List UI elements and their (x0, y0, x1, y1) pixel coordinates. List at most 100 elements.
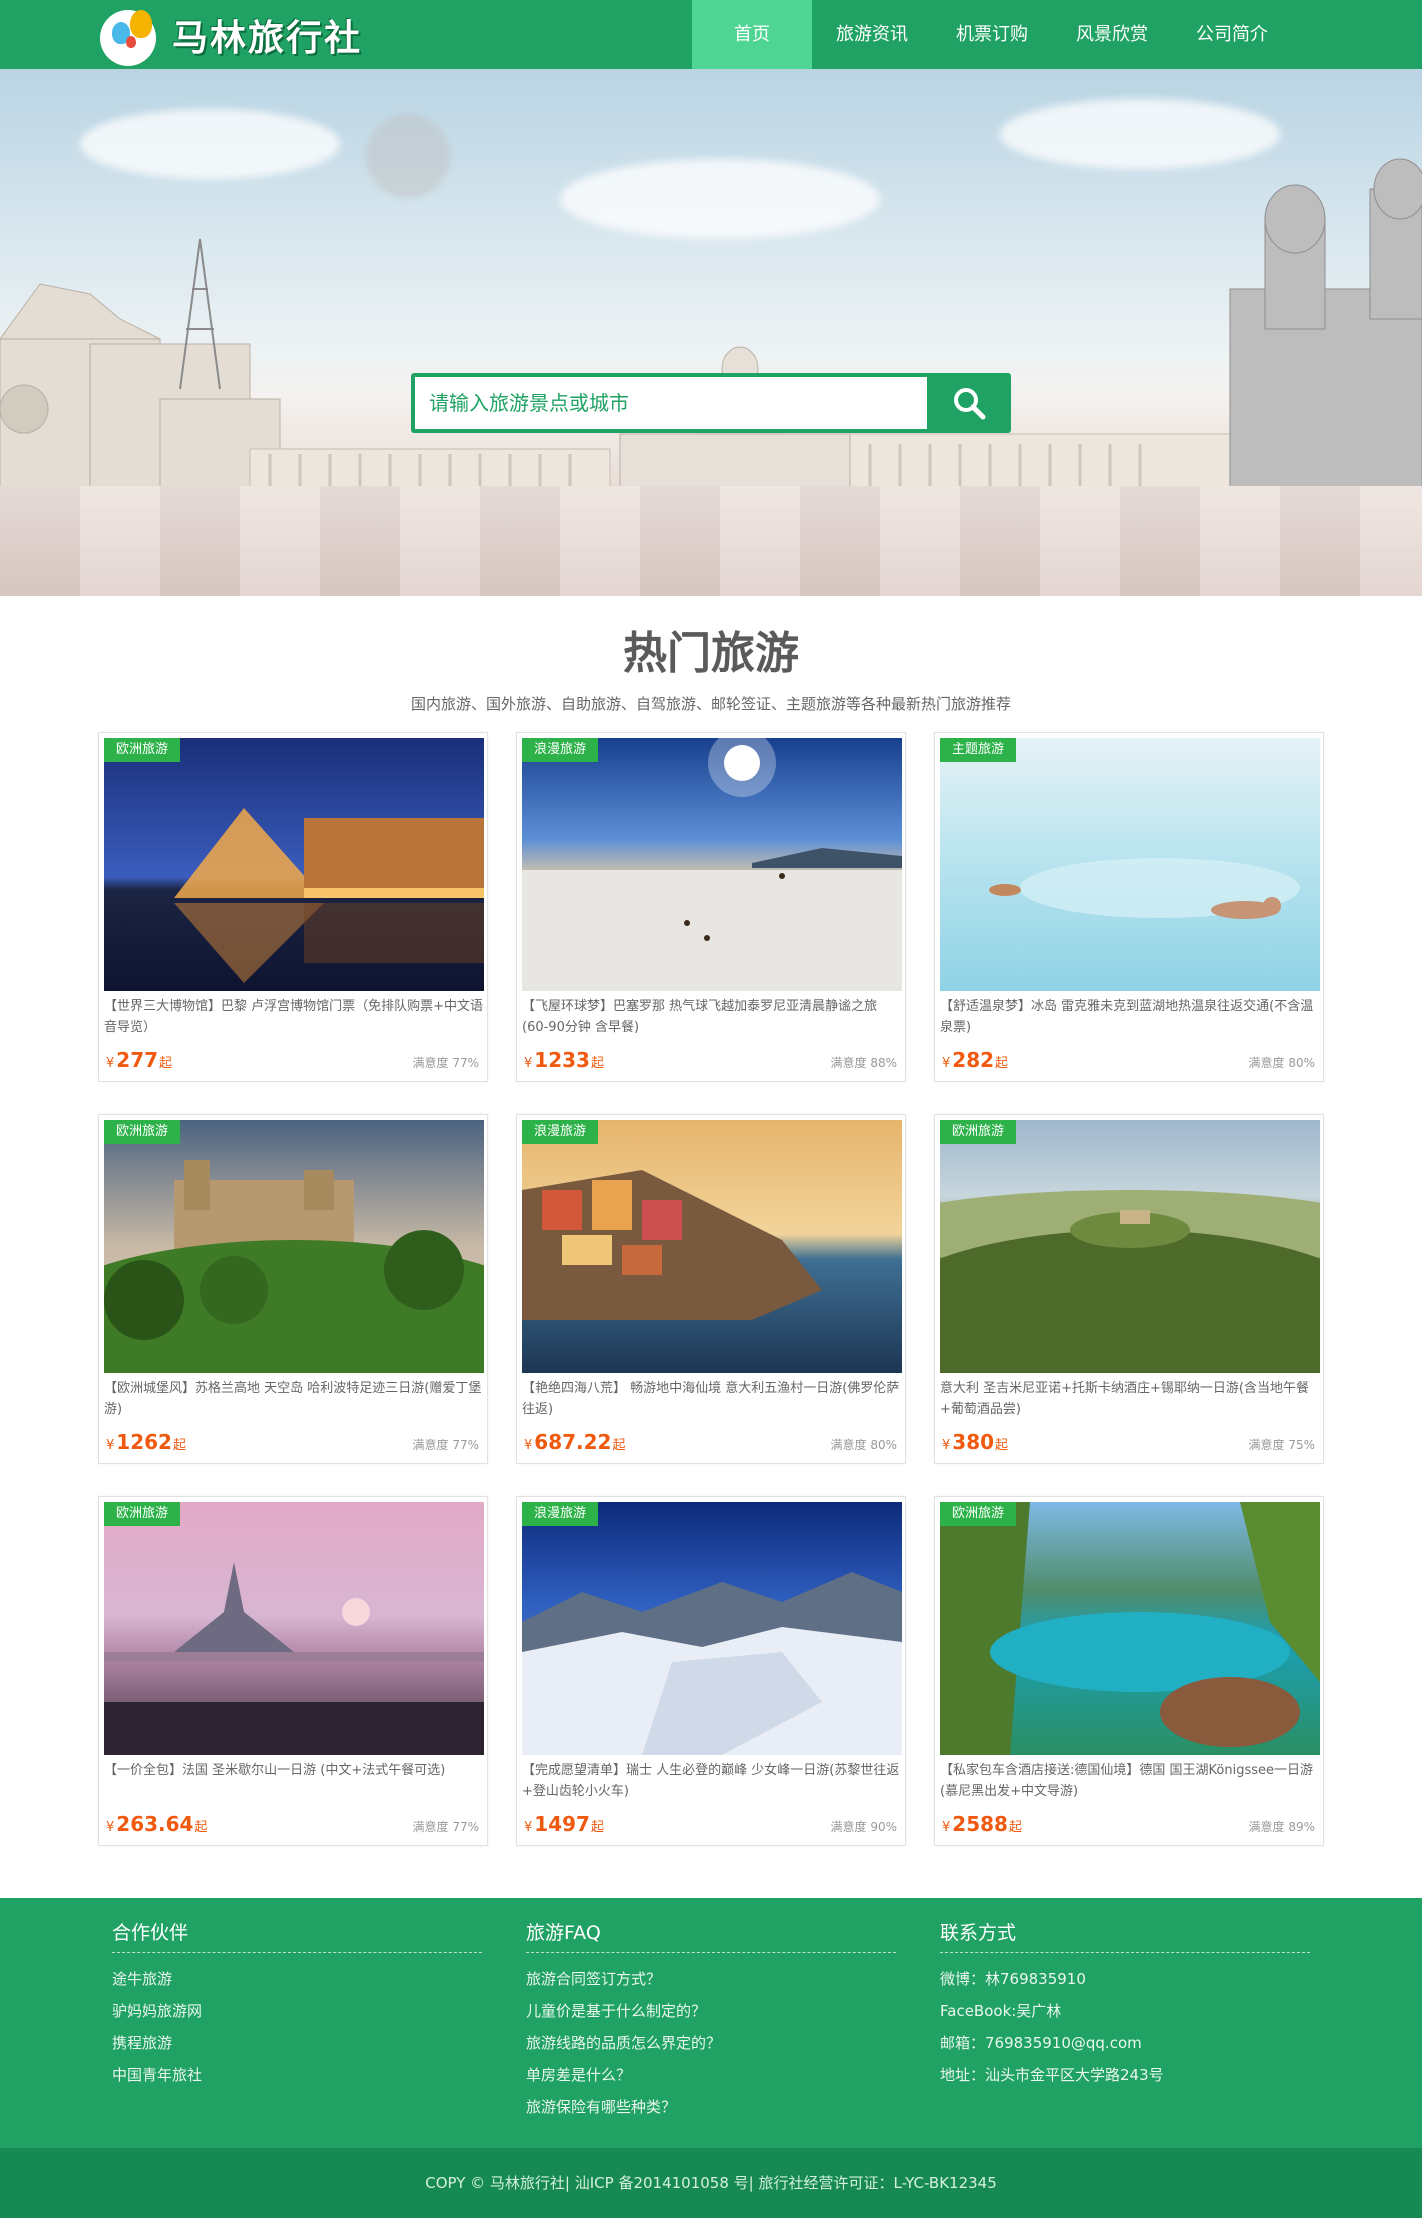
category-tag: 浪漫旅游 (522, 1502, 599, 1526)
tour-description[interactable]: 【私家包车含酒店接送:德国仙境】德国 国王湖Königssee一日游(慕尼黑出发… (940, 1760, 1320, 1804)
tour-description[interactable]: 【舒适温泉梦】冰岛 雷克雅未克到蓝湖地热温泉往返交通(不含温泉票) (940, 996, 1320, 1040)
tour-photo-cinque-terre[interactable]: 浪漫旅游 (522, 1120, 902, 1373)
category-tag: 欧洲旅游 (104, 738, 181, 762)
tour-card-grid: 欧洲旅游 【世界三大博物馆】巴黎 卢浮宫博物馆门票（免排队购票+中文语音导览） … (0, 714, 1422, 1854)
tour-photo-tuscany[interactable]: 欧洲旅游 (940, 1120, 1320, 1373)
section-title: 热门旅游 (623, 628, 799, 679)
tour-photo-jungfrau[interactable]: 浪漫旅游 (522, 1502, 902, 1755)
satisfaction-rate: 满意度 80% (830, 1438, 898, 1452)
tour-photo-mont-saint-michel[interactable]: 欧洲旅游 (104, 1502, 484, 1755)
footer-link[interactable]: 携程旅游 (112, 2027, 482, 2059)
photo-mountain-lake (940, 1502, 1320, 1755)
footer-link[interactable]: 驴妈妈旅游网 (112, 1995, 482, 2027)
copyright-bar: COPY © 马林旅行社| 汕ICP 备2014101058 号| 旅行社经营许… (0, 2148, 1422, 2218)
search-input[interactable] (415, 377, 927, 429)
tour-card[interactable]: 欧洲旅游 【一价全包】法国 圣米歇尔山一日游 (中文+法式午餐可选) ¥263.… (98, 1496, 488, 1846)
tour-photo-konigssee[interactable]: 欧洲旅游 (940, 1502, 1320, 1755)
section-subtitle: 国内旅游、国外旅游、自助旅游、自驾旅游、邮轮签证、主题旅游等各种最新热门旅游推荐 (410, 695, 1011, 713)
tour-price: ¥282起 (942, 1048, 1009, 1072)
tour-description[interactable]: 【艳绝四海八荒】 畅游地中海仙境 意大利五渔村一日游(佛罗伦萨往返) (522, 1378, 902, 1422)
tour-card[interactable]: 浪漫旅游 【艳绝四海八荒】 畅游地中海仙境 意大利五渔村一日游(佛罗伦萨往返) … (516, 1114, 906, 1464)
satisfaction-rate: 满意度 88% (830, 1056, 898, 1070)
footer-contact-title: 联系方式 (940, 1922, 1017, 1944)
tour-description[interactable]: 【世界三大博物馆】巴黎 卢浮宫博物馆门票（免排队购票+中文语音导览） (104, 996, 484, 1040)
tour-photo-balloons[interactable]: 浪漫旅游 (522, 738, 902, 991)
tour-photo-blue-lagoon[interactable]: 主题旅游 (940, 738, 1320, 991)
footer-link[interactable]: 旅游线路的品质怎么界定的？ (526, 2027, 896, 2059)
tour-card[interactable]: 欧洲旅游 意大利 圣吉米尼亚诺+托斯卡纳酒庄+锡耶纳一日游(含当地午餐+葡萄酒品… (934, 1114, 1324, 1464)
tour-description[interactable]: 意大利 圣吉米尼亚诺+托斯卡纳酒庄+锡耶纳一日游(含当地午餐+葡萄酒品尝) (940, 1378, 1320, 1422)
footer-contact-address: 地址：汕头市金平区大学路243号 (940, 2066, 1164, 2084)
footer-link[interactable]: 途牛旅游 (112, 1963, 482, 1995)
satisfaction-rate: 满意度 77% (412, 1438, 480, 1452)
tour-photo-louvre[interactable]: 欧洲旅游 (104, 738, 484, 991)
photo-tuscany-hills (940, 1120, 1320, 1373)
footer-contact-facebook[interactable]: FaceBook:吴广林 (940, 1995, 1310, 2027)
hero-banner (0, 69, 1422, 596)
category-tag: 主题旅游 (940, 738, 1017, 762)
footer-faq-title: 旅游FAQ (526, 1922, 601, 1944)
footer-link[interactable]: 单房差是什么？ (526, 2059, 896, 2091)
photo-snowy-mountains (522, 1502, 902, 1755)
photo-balloons-over-clouds (522, 738, 902, 991)
photo-mont-saint-michel (104, 1502, 484, 1755)
tour-description[interactable]: 【完成愿望清单】瑞士 人生必登的巅峰 少女峰一日游(苏黎世往返+登山齿轮小火车) (522, 1760, 902, 1804)
footer-contact-weibo[interactable]: 微博：林769835910 (940, 1963, 1310, 1995)
photo-cinque-terre (522, 1120, 902, 1373)
footer-link[interactable]: 旅游保险有哪些种类？ (526, 2091, 896, 2123)
tour-description[interactable]: 【欧洲城堡风】苏格兰高地 天空岛 哈利波特足迹三日游(赠爱丁堡游) (104, 1378, 484, 1422)
category-tag: 欧洲旅游 (940, 1120, 1017, 1144)
tour-price: ¥2588起 (942, 1812, 1022, 1836)
tour-card[interactable]: 欧洲旅游 【欧洲城堡风】苏格兰高地 天空岛 哈利波特足迹三日游(赠爱丁堡游) ¥… (98, 1114, 488, 1464)
footer-link[interactable]: 旅游合同签订方式？ (526, 1963, 896, 1995)
category-tag: 欧洲旅游 (940, 1502, 1017, 1526)
tour-price: ¥1497起 (524, 1812, 604, 1836)
main-nav: 首页 旅游资讯 机票订购 风景欣赏 公司简介 (692, 0, 1292, 69)
tour-description[interactable]: 【一价全包】法国 圣米歇尔山一日游 (中文+法式午餐可选) (104, 1760, 484, 1804)
search-icon (954, 388, 986, 420)
tour-card[interactable]: 主题旅游 【舒适温泉梦】冰岛 雷克雅未克到蓝湖地热温泉往返交通(不含温泉票) ¥… (934, 732, 1324, 1082)
footer-partners: 合作伙伴 途牛旅游 驴妈妈旅游网 携程旅游 中国青年旅社 (112, 1898, 482, 2091)
plaza-floor (0, 486, 1422, 596)
footer-contact: 联系方式 微博：林769835910 FaceBook:吴广林 邮箱：76983… (940, 1898, 1310, 2091)
search-button[interactable] (927, 373, 1011, 433)
photo-scottish-castle (104, 1120, 484, 1373)
tour-price: ¥687.22起 (524, 1430, 626, 1454)
footer-faq: 旅游FAQ 旅游合同签订方式？ 儿童价是基于什么制定的？ 旅游线路的品质怎么界定… (526, 1898, 896, 2123)
photo-louvre (104, 738, 484, 991)
nav-item-travel-news[interactable]: 旅游资讯 (812, 0, 932, 69)
tour-price: ¥263.64起 (106, 1812, 208, 1836)
hot-travel-section: 热门旅游 国内旅游、国外旅游、自助旅游、自驾旅游、邮轮签证、主题旅游等各种最新热… (0, 626, 1422, 1854)
tour-price: ¥380起 (942, 1430, 1009, 1454)
tour-price: ¥277起 (106, 1048, 173, 1072)
tour-card[interactable]: 浪漫旅游 【完成愿望清单】瑞士 人生必登的巅峰 少女峰一日游(苏黎世往返+登山齿… (516, 1496, 906, 1846)
satisfaction-rate: 满意度 77% (412, 1820, 480, 1834)
category-tag: 浪漫旅游 (522, 1120, 599, 1144)
tour-card[interactable]: 浪漫旅游 【飞屋环球梦】巴塞罗那 热气球飞越加泰罗尼亚清晨静谧之旅(60-90分… (516, 732, 906, 1082)
logo-text: 马林旅行社 (172, 18, 363, 59)
balloon-logo-icon (100, 6, 162, 66)
footer-link[interactable]: 儿童价是基于什么制定的？ (526, 1995, 896, 2027)
site-footer: 合作伙伴 途牛旅游 驴妈妈旅游网 携程旅游 中国青年旅社 旅游FAQ 旅游合同签… (0, 1898, 1422, 2148)
satisfaction-rate: 满意度 89% (1248, 1820, 1316, 1834)
photo-hot-spring (940, 738, 1320, 991)
tour-card[interactable]: 欧洲旅游 【世界三大博物馆】巴黎 卢浮宫博物馆门票（免排队购票+中文语音导览） … (98, 732, 488, 1082)
tour-card[interactable]: 欧洲旅游 【私家包车含酒店接送:德国仙境】德国 国王湖Königssee一日游(… (934, 1496, 1324, 1846)
category-tag: 欧洲旅游 (104, 1502, 181, 1526)
satisfaction-rate: 满意度 75% (1248, 1438, 1316, 1452)
tour-price: ¥1262起 (106, 1430, 186, 1454)
category-tag: 欧洲旅游 (104, 1120, 181, 1144)
nav-item-home[interactable]: 首页 (692, 0, 812, 69)
satisfaction-rate: 满意度 77% (412, 1056, 480, 1070)
tour-photo-castle[interactable]: 欧洲旅游 (104, 1120, 484, 1373)
footer-partners-title: 合作伙伴 (112, 1922, 189, 1944)
nav-item-about[interactable]: 公司简介 (1172, 0, 1292, 69)
tour-description[interactable]: 【飞屋环球梦】巴塞罗那 热气球飞越加泰罗尼亚清晨静谧之旅(60-90分钟 含早餐… (522, 996, 902, 1040)
satisfaction-rate: 满意度 90% (830, 1820, 898, 1834)
site-logo[interactable]: 马林旅行社 (100, 6, 363, 66)
site-header: 马林旅行社 首页 旅游资讯 机票订购 风景欣赏 公司简介 (0, 0, 1422, 69)
footer-contact-email[interactable]: 邮箱：769835910@qq.com (940, 2027, 1310, 2059)
nav-item-scenery[interactable]: 风景欣赏 (1052, 0, 1172, 69)
footer-link[interactable]: 中国青年旅社 (112, 2059, 482, 2091)
nav-item-flight-booking[interactable]: 机票订购 (932, 0, 1052, 69)
